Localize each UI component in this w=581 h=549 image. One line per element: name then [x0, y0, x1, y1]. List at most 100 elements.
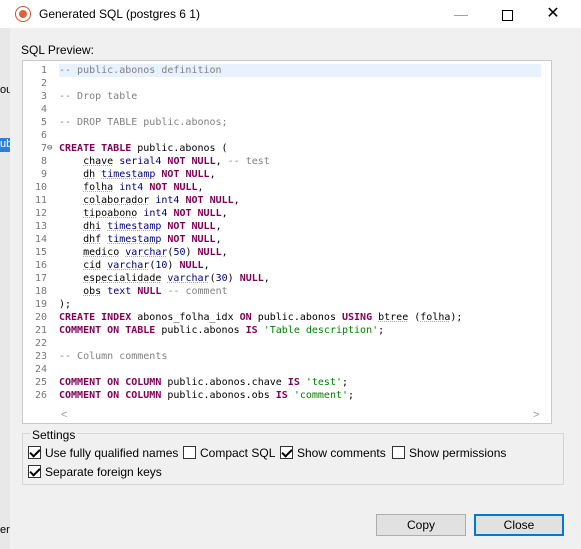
code-token: ,	[209, 169, 216, 180]
code-line[interactable]: 9 dh timestamp NOT NULL,	[23, 168, 551, 181]
checkbox-icon[interactable]	[28, 446, 41, 460]
code-line[interactable]: 21 COMMENT ON TABLE public.abonos IS 'Tab…	[23, 324, 551, 337]
code-text: obs text NULL -- comment	[59, 285, 541, 298]
line-number: 8	[40, 156, 47, 167]
code-line[interactable]: 10 folha int4 NOT NULL,	[23, 181, 551, 194]
code-line[interactable]: 26 COMMENT ON COLUMN public.abonos.obs IS…	[23, 389, 551, 402]
code-token: (	[408, 312, 421, 323]
code-token: ;	[378, 325, 385, 336]
line-number: 18	[34, 286, 47, 297]
code-token: NOT NULL	[173, 208, 222, 219]
code-line[interactable]: 25 COMMENT ON COLUMN public.abonos.chave …	[23, 376, 551, 389]
code-token: public.abonos (	[131, 143, 228, 154]
minimize-button[interactable]: —	[438, 0, 484, 28]
code-line[interactable]: 7 ⊖ CREATE TABLE public.abonos (	[23, 142, 551, 155]
code-token: ,	[215, 156, 228, 167]
code-line[interactable]: 12 tipoabono int4 NOT NULL,	[23, 207, 551, 220]
line-number: 12	[34, 208, 47, 219]
close-window-button[interactable]: ✕	[530, 0, 576, 28]
code-token: int4	[119, 182, 144, 193]
code-line[interactable]: 5 -- DROP TABLE public.abonos;	[23, 116, 551, 129]
separate-foreign-keys-checkbox[interactable]: Separate foreign keys	[28, 464, 162, 480]
code-text: cid varchar(10) NULL,	[59, 259, 541, 272]
code-line[interactable]: 14 dhf timestamp NOT NULL,	[23, 233, 551, 246]
code-token: text	[107, 286, 132, 297]
line-number: 24	[34, 364, 47, 375]
code-token: cid	[83, 260, 102, 271]
code-token: NULL	[239, 273, 264, 284]
line-number: 15	[34, 247, 47, 258]
copy-button[interactable]: Copy	[376, 514, 466, 536]
show-comments-checkbox[interactable]: Show comments	[280, 445, 386, 461]
code-line[interactable]: 20 CREATE INDEX abonos_folha_idx ON publi…	[23, 311, 551, 324]
code-token: ON	[239, 312, 252, 323]
checkbox-icon[interactable]	[392, 446, 405, 460]
sql-preview-label: SQL Preview:	[21, 43, 94, 57]
code-token: NOT NULL	[167, 234, 216, 245]
code-token: ,	[233, 195, 240, 206]
code-token: COMMENT ON COLUMN	[59, 390, 162, 401]
line-number: 4	[40, 104, 47, 115]
checkbox-icon[interactable]	[183, 446, 196, 460]
fold-toggle-icon[interactable]: ⊖	[47, 142, 55, 155]
close-button[interactable]: Close	[474, 514, 564, 536]
show-permissions-checkbox[interactable]: Show permissions	[392, 445, 506, 461]
code-line[interactable]: 23 -- Column comments	[23, 350, 551, 363]
code-line[interactable]: 4	[23, 103, 551, 116]
code-line[interactable]: 1 -- public.abonos definition	[23, 64, 551, 77]
code-text: CREATE TABLE public.abonos (	[59, 142, 541, 155]
code-line[interactable]: 3 -- Drop table	[23, 90, 551, 103]
checkbox-icon[interactable]	[28, 465, 41, 479]
line-number: 20	[34, 312, 47, 323]
scroll-right-icon[interactable]: >	[533, 409, 539, 421]
checkbox-icon[interactable]	[280, 446, 293, 460]
code-token: NOT NULL	[167, 221, 216, 232]
code-lines: 1 -- public.abonos definition 2 3 -- Drop ta…	[23, 64, 551, 402]
code-token: dhi	[83, 221, 102, 232]
code-token: 'test'	[305, 377, 342, 388]
code-token: IS	[287, 377, 300, 388]
code-token: 'comment'	[293, 390, 349, 401]
code-token: varchar	[125, 247, 168, 258]
code-token: int4	[155, 195, 180, 206]
scroll-left-icon[interactable]: <	[61, 409, 67, 421]
code-line[interactable]: 18 obs text NULL -- comment	[23, 285, 551, 298]
code-token: especialidade	[83, 273, 162, 284]
code-token: COMMENT ON COLUMN	[59, 377, 162, 388]
window-title: Generated SQL (postgres 6 1)	[39, 7, 200, 21]
horizontal-scrollbar[interactable]: < >	[23, 407, 551, 423]
code-token: -- Column comments	[59, 351, 168, 362]
use-fully-qualified-names-checkbox[interactable]: Use fully qualified names	[28, 445, 178, 461]
code-token: 50	[173, 247, 186, 258]
code-text: COMMENT ON COLUMN public.abonos.chave IS…	[59, 376, 541, 389]
maximize-button[interactable]	[484, 0, 530, 28]
compact-sql-checkbox[interactable]: Compact SQL	[183, 445, 275, 461]
code-line[interactable]: 15 medico varchar(50) NULL,	[23, 246, 551, 259]
line-number: 9	[40, 169, 47, 180]
line-number: 13	[34, 221, 47, 232]
code-line[interactable]: 8 chave serial4 NOT NULL, -- test	[23, 155, 551, 168]
code-line[interactable]: 2	[23, 77, 551, 90]
code-line[interactable]: 6	[23, 129, 551, 142]
code-token: ,	[221, 208, 228, 219]
code-token: ,	[197, 182, 204, 193]
code-text: COMMENT ON COLUMN public.abonos.obs IS '…	[59, 389, 541, 402]
code-token: folha	[420, 312, 451, 323]
code-token: )	[185, 247, 198, 258]
code-token: obs	[83, 286, 102, 297]
code-line[interactable]: 13 dhi timestamp NOT NULL,	[23, 220, 551, 233]
code-text: COMMENT ON TABLE public.abonos IS 'Table…	[59, 324, 541, 337]
code-line[interactable]: 17 especialidade varchar(30) NULL,	[23, 272, 551, 285]
sql-editor[interactable]: 1 -- public.abonos definition 2 3 -- Drop ta…	[22, 60, 552, 424]
code-line[interactable]: 11 colaborador int4 NOT NULL,	[23, 194, 551, 207]
code-line[interactable]: 19);	[23, 298, 551, 311]
code-token: ,	[221, 247, 228, 258]
code-line[interactable]: 16 cid varchar(10) NULL,	[23, 259, 551, 272]
code-line[interactable]: 22	[23, 337, 551, 350]
code-token: timestamp	[107, 234, 162, 245]
code-line[interactable]: 24	[23, 363, 551, 376]
